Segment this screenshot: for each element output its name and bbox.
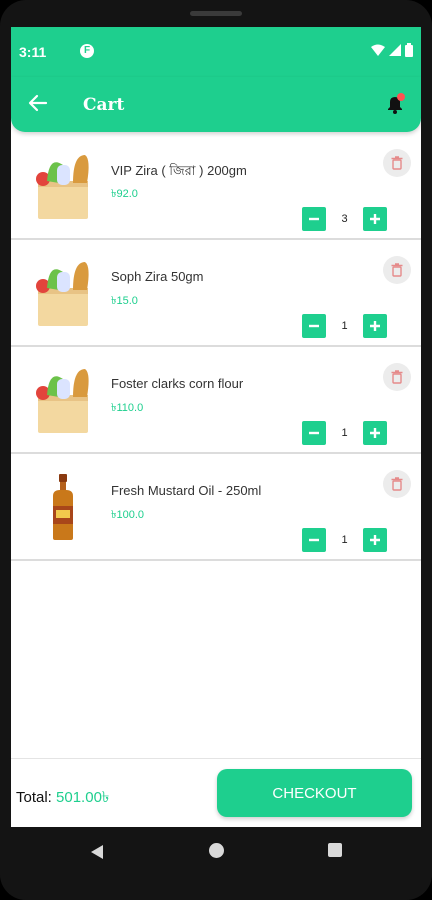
- trash-icon: [391, 370, 403, 384]
- item-price: ৳100.0: [111, 509, 145, 521]
- delete-button[interactable]: [383, 256, 411, 284]
- plus-icon: [370, 214, 380, 224]
- item-price: ৳15.0: [111, 295, 138, 307]
- system-icons: [371, 43, 413, 57]
- increase-button[interactable]: [363, 207, 387, 231]
- quantity-stepper: 3: [302, 207, 387, 231]
- cart-item: Soph Zira 50gm ৳15.0 1: [11, 240, 421, 347]
- battery-icon: [405, 43, 413, 57]
- cart-item: Foster clarks corn flour ৳110.0 1: [11, 347, 421, 454]
- bell-icon[interactable]: [383, 92, 407, 121]
- nav-back-icon[interactable]: [89, 844, 105, 860]
- quantity-value: 3: [341, 213, 348, 225]
- quantity-value: 1: [341, 534, 348, 546]
- item-price: ৳92.0: [111, 188, 138, 200]
- minus-icon: [309, 217, 319, 221]
- back-arrow-icon[interactable]: [28, 93, 48, 118]
- notification-icon: F: [80, 44, 94, 58]
- item-name: VIP Zira ( জিরা ) 200gm: [111, 163, 247, 178]
- page-title: Cart: [83, 95, 125, 115]
- cart-list: VIP Zira ( জিরা ) 200gm ৳92.0 3 Soph Zir…: [11, 133, 421, 561]
- trash-icon: [391, 477, 403, 491]
- plus-icon: [370, 535, 380, 545]
- grocery-bag-icon: [36, 369, 89, 433]
- trash-icon: [391, 156, 403, 170]
- decrease-button[interactable]: [302, 528, 326, 552]
- cart-item: VIP Zira ( জিরা ) 200gm ৳92.0 3: [11, 133, 421, 240]
- delete-button[interactable]: [383, 470, 411, 498]
- nav-recents-icon[interactable]: [328, 843, 342, 857]
- cart-item: Fresh Mustard Oil - 250ml ৳100.0 1: [11, 454, 421, 561]
- delete-button[interactable]: [383, 363, 411, 391]
- minus-icon: [309, 431, 319, 435]
- wifi-icon: [371, 44, 385, 56]
- quantity-stepper: 1: [302, 314, 387, 338]
- decrease-button[interactable]: [302, 207, 326, 231]
- app-bar: Cart: [11, 77, 421, 132]
- checkout-bar: Total: 501.00৳ CHECKOUT: [11, 758, 421, 827]
- item-price: ৳110.0: [111, 402, 144, 414]
- signal-icon: [389, 44, 401, 56]
- speaker-grille: [190, 11, 242, 16]
- trash-icon: [391, 263, 403, 277]
- mustard-oil-bottle-icon: [53, 474, 73, 540]
- quantity-value: 1: [341, 427, 348, 439]
- grocery-bag-icon: [36, 262, 89, 326]
- decrease-button[interactable]: [302, 421, 326, 445]
- increase-button[interactable]: [363, 314, 387, 338]
- system-nav-bar: [0, 827, 432, 900]
- status-bar: 3:11 F: [11, 27, 421, 77]
- item-name: Fresh Mustard Oil - 250ml: [111, 483, 262, 498]
- delete-button[interactable]: [383, 149, 411, 177]
- total-label: Total:: [16, 789, 52, 806]
- status-time: 3:11: [19, 44, 47, 60]
- decrease-button[interactable]: [302, 314, 326, 338]
- increase-button[interactable]: [363, 421, 387, 445]
- plus-icon: [370, 428, 380, 438]
- quantity-stepper: 1: [302, 421, 387, 445]
- quantity-stepper: 1: [302, 528, 387, 552]
- nav-home-icon[interactable]: [209, 843, 224, 858]
- plus-icon: [370, 321, 380, 331]
- minus-icon: [309, 538, 319, 542]
- quantity-value: 1: [341, 320, 348, 332]
- total-summary: Total: 501.00৳: [16, 786, 109, 811]
- total-value: 501.00৳: [56, 789, 110, 806]
- item-name: Foster clarks corn flour: [111, 376, 244, 391]
- phone-frame: 3:11 F Cart VIP Zira (জিরা) 200gm ৳92.…: [0, 0, 432, 900]
- grocery-bag-icon: [36, 155, 89, 219]
- checkout-button[interactable]: CHECKOUT: [217, 769, 412, 817]
- minus-icon: [309, 324, 319, 328]
- app-screen: 3:11 F Cart VIP Zira (জিরা) 200gm ৳92.…: [11, 27, 421, 827]
- item-name: Soph Zira 50gm: [111, 269, 204, 284]
- increase-button[interactable]: [363, 528, 387, 552]
